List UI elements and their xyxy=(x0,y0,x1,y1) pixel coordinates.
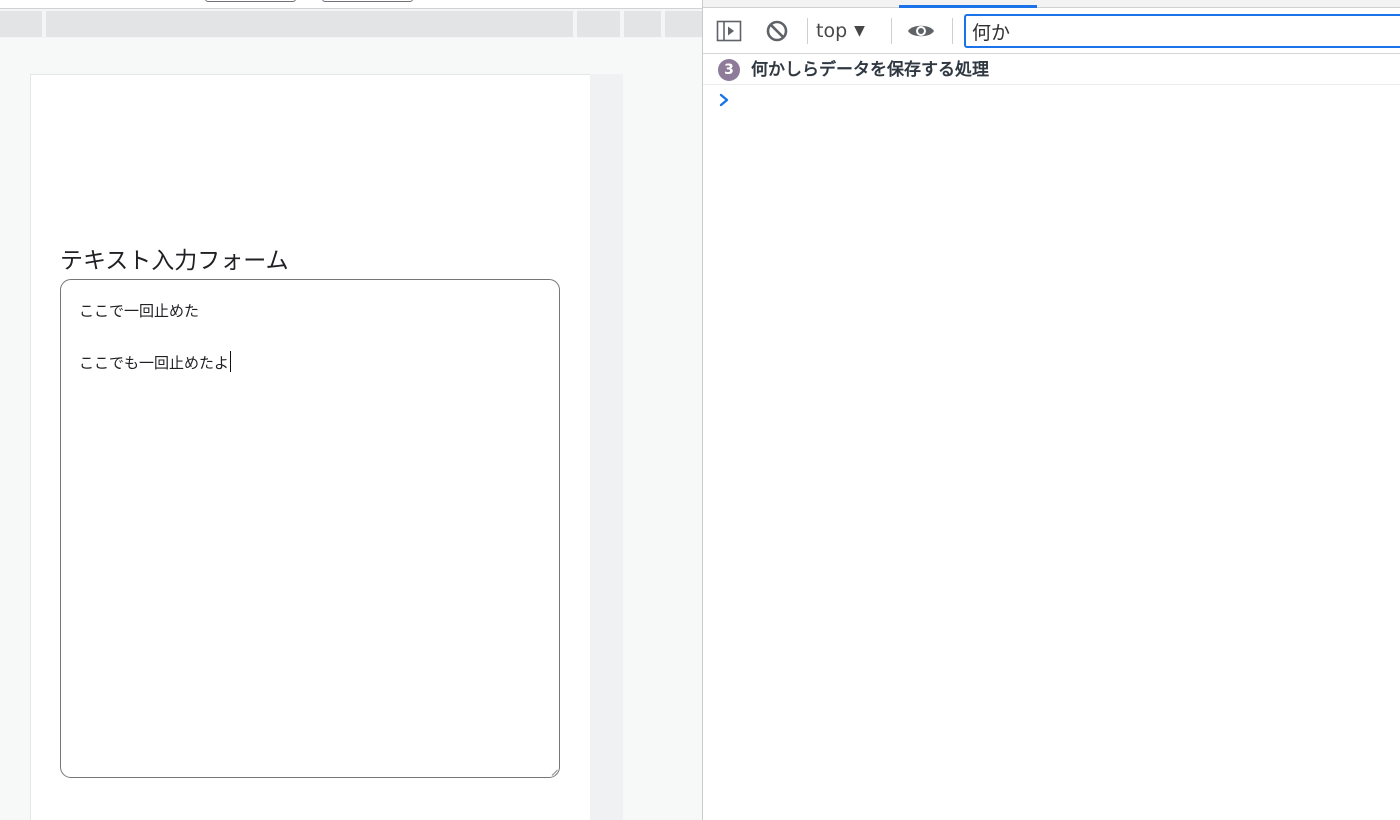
ruler-cell xyxy=(624,11,661,37)
console-message: 何かしらデータを保存する処理 xyxy=(751,60,989,80)
repeat-count-badge: 3 xyxy=(718,59,740,81)
textarea-line-text: ここでも一回止めたよ xyxy=(79,354,230,372)
page-viewport: テキスト入力フォーム ここで一回止めた ここでも一回止めたよ xyxy=(0,0,702,820)
ruler-cell xyxy=(577,11,620,37)
text-input-area[interactable]: ここで一回止めた ここでも一回止めたよ xyxy=(60,279,560,778)
console-filter-input[interactable] xyxy=(964,14,1400,48)
sidebar-toggle-icon[interactable] xyxy=(715,17,743,45)
ruler-bar xyxy=(0,9,702,38)
console-log-row[interactable]: 3 何かしらデータを保存する処理 xyxy=(703,54,1400,85)
context-value: top xyxy=(816,20,848,42)
screen: テキスト入力フォーム ここで一回止めた ここでも一回止めたよ top ▼ 何か … xyxy=(0,0,1400,820)
top-button-right[interactable] xyxy=(322,0,413,2)
resize-grip-icon[interactable] xyxy=(551,769,558,776)
top-strip xyxy=(0,0,702,9)
ruler-cell xyxy=(0,11,42,37)
form-title: テキスト入力フォーム xyxy=(60,248,289,274)
toolbar-separator xyxy=(891,18,892,44)
chevron-right-icon[interactable] xyxy=(718,90,732,110)
eye-icon[interactable] xyxy=(907,17,935,45)
context-selector[interactable]: top ▼ xyxy=(816,17,865,45)
devtools-tabbar xyxy=(703,0,1400,8)
toolbar-separator xyxy=(952,18,953,44)
console-toolbar: top ▼ xyxy=(703,8,1400,54)
text-caret xyxy=(230,351,232,372)
clear-console-icon[interactable] xyxy=(763,17,791,45)
textarea-line-text: ここで一回止めた xyxy=(79,302,200,320)
textarea-line: ここでも一回止めたよ xyxy=(79,351,232,373)
devtools-console: top ▼ 3 何かしらデータを保存する処理 xyxy=(703,0,1400,820)
ruler-cell xyxy=(665,11,702,37)
top-button-left[interactable] xyxy=(205,0,296,2)
scroll-gutter xyxy=(590,74,623,820)
toolbar-separator xyxy=(807,18,808,44)
textarea-line: ここで一回止めた xyxy=(79,301,199,321)
dropdown-arrow-icon: ▼ xyxy=(854,23,865,39)
ruler-cell xyxy=(46,11,573,37)
page-sheet: テキスト入力フォーム ここで一回止めた ここでも一回止めたよ xyxy=(30,74,590,820)
